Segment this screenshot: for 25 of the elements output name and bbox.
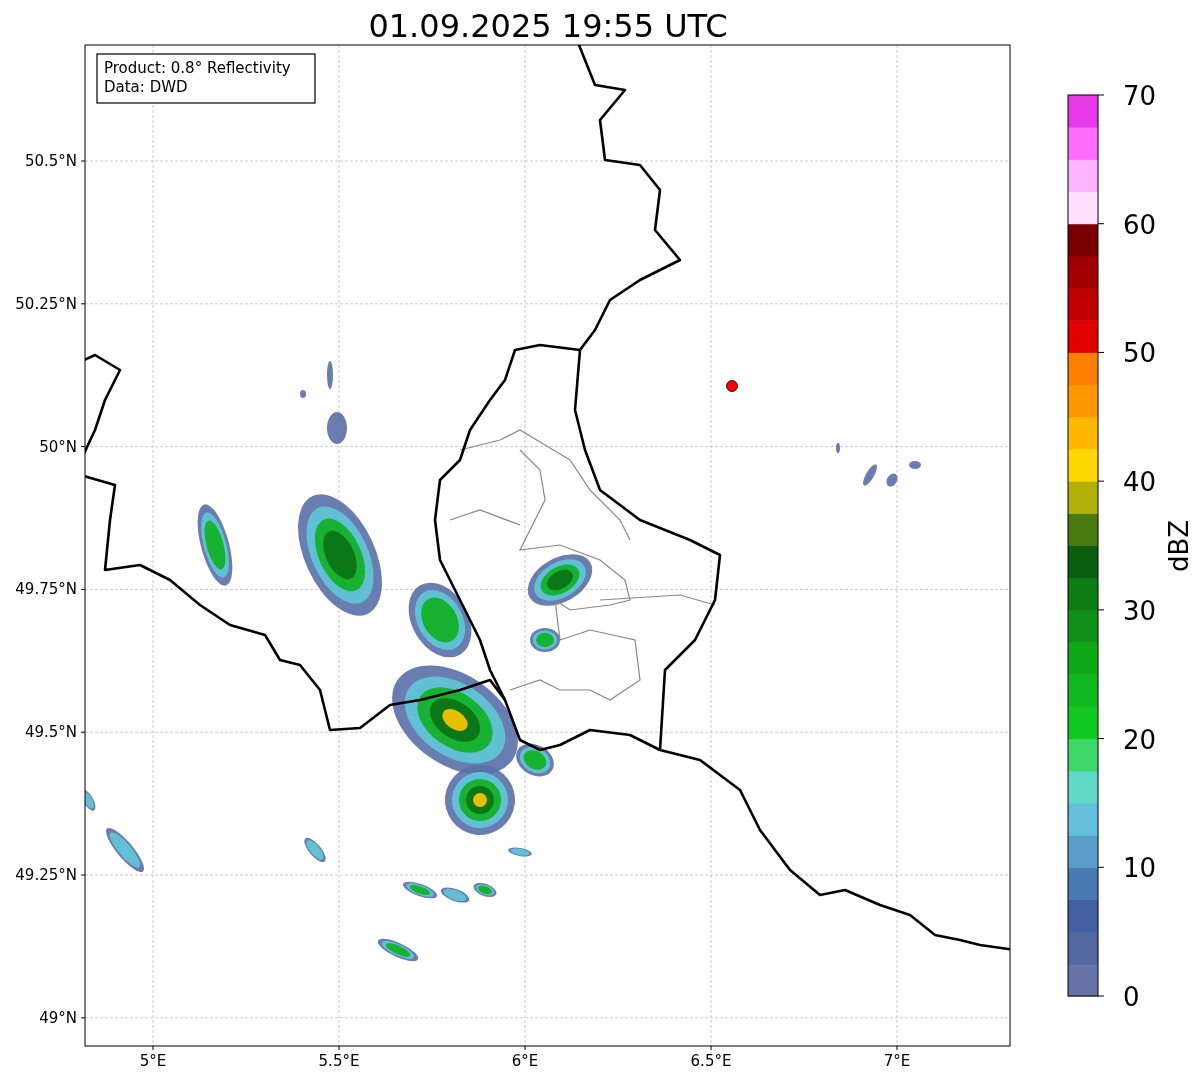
latitude-label: 50.25°N (15, 294, 77, 313)
chart-title: 01.09.2025 19:55 UTC (368, 7, 728, 45)
colorbar-tick-label: 50 (1123, 338, 1157, 369)
colorbar-tick-label: 70 (1123, 81, 1157, 111)
colorbar-tick-label: 60 (1123, 209, 1157, 240)
colorbar-tick-label: 0 (1123, 982, 1140, 1012)
latitude-label: 49°N (39, 1008, 77, 1027)
longitude-label: 6°E (511, 1052, 539, 1070)
location-marker (726, 380, 738, 392)
colorbar-tick-label: 10 (1123, 853, 1157, 884)
colorbar-tick-label: 30 (1123, 595, 1157, 626)
longitude-label: 5.5°E (318, 1052, 360, 1070)
longitude-label: 6.5°E (690, 1052, 732, 1070)
colorbar-tick-label: 40 (1123, 467, 1157, 498)
info-text: Product: 0.8° Reflectivity (104, 59, 291, 77)
longitude-label: 5°E (139, 1052, 167, 1070)
latitude-label: 49.75°N (15, 580, 77, 599)
latitude-label: 50°N (39, 437, 77, 456)
info-text: Data: DWD (104, 78, 188, 96)
latitude-label: 49.5°N (24, 723, 77, 742)
latitude-label: 50.5°N (24, 152, 77, 170)
colorbar-label: dBZ (1164, 519, 1194, 573)
longitude-label: 7°E (883, 1052, 911, 1070)
latitude-label: 49.25°N (15, 866, 77, 884)
colorbar-tick-label: 20 (1123, 724, 1157, 755)
